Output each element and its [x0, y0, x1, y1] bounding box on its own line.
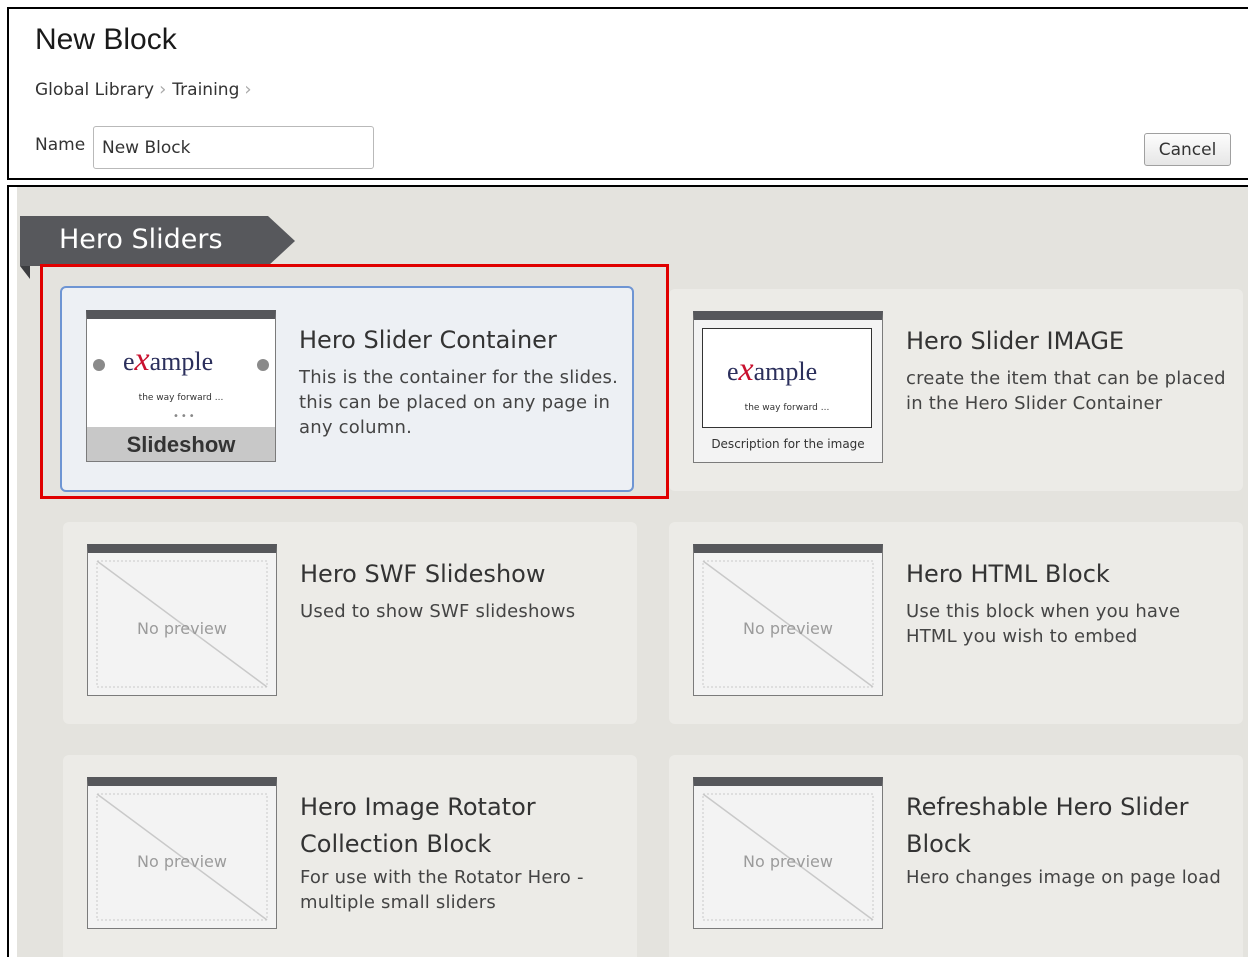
image-caption: Description for the image	[711, 437, 865, 451]
card-title: Hero SWF Slideshow	[300, 560, 546, 588]
section-tab-fold	[20, 266, 30, 279]
name-label: Name	[35, 135, 86, 155]
block-card-refreshable-hero-slider[interactable]: No preview Refreshable Hero Slider Block…	[669, 755, 1243, 957]
block-card-hero-slider-image[interactable]: example the way forward ... Description …	[669, 289, 1243, 491]
new-block-header: New Block Global Library › Training › Na…	[7, 7, 1248, 180]
breadcrumb-item-training[interactable]: Training	[172, 80, 239, 100]
example-logo: example	[727, 351, 818, 388]
block-card-hero-html-block[interactable]: No preview Hero HTML Block Use this bloc…	[669, 522, 1243, 724]
block-thumbnail: example the way forward ... Description …	[693, 311, 883, 463]
breadcrumb-item-global-library[interactable]: Global Library	[35, 80, 154, 100]
cancel-button[interactable]: Cancel	[1144, 133, 1231, 166]
slideshow-preview-image: example the way forward ... •••	[87, 319, 275, 427]
no-preview-label: No preview	[743, 619, 833, 638]
page-title: New Block	[35, 23, 177, 56]
card-description: For use with the Rotator Hero - multiple…	[300, 867, 584, 913]
block-thumbnail: No preview	[693, 777, 883, 929]
pagination-dots-icon: •••	[173, 411, 197, 422]
no-preview-label: No preview	[137, 852, 227, 871]
image-preview-frame: example the way forward ...	[702, 328, 872, 428]
card-title: Hero HTML Block	[906, 560, 1110, 588]
card-description: Use this block when you have HTML you wi…	[906, 601, 1181, 647]
card-title: Hero Image Rotator Collection Block	[300, 793, 536, 858]
arrow-left-icon	[93, 359, 105, 371]
block-card-hero-image-rotator[interactable]: No preview Hero Image Rotator Collection…	[63, 755, 637, 957]
chevron-right-icon: ›	[159, 79, 167, 100]
block-thumbnail: No preview	[87, 544, 277, 696]
slideshow-label: Slideshow	[87, 427, 275, 461]
block-card-hero-slider-container[interactable]: example the way forward ... ••• Slidesho…	[60, 286, 634, 492]
chevron-right-icon: ›	[244, 79, 252, 100]
card-title: Hero Slider IMAGE	[906, 327, 1125, 355]
logo-tagline: the way forward ...	[744, 403, 830, 413]
name-input[interactable]	[93, 126, 374, 169]
block-type-gallery[interactable]: Hero Sliders example the way forward ...…	[7, 185, 1248, 957]
card-description: Hero changes image on page load	[906, 867, 1221, 888]
example-logo: example	[123, 341, 214, 378]
block-thumbnail: No preview	[87, 777, 277, 929]
block-card-hero-swf-slideshow[interactable]: No preview Hero SWF Slideshow Used to sh…	[63, 522, 637, 724]
card-description: create the item that can be placed in th…	[906, 368, 1226, 414]
card-description: This is the container for the slides. th…	[299, 367, 618, 438]
card-description: Used to show SWF slideshows	[300, 601, 576, 622]
logo-tagline: the way forward ...	[138, 393, 224, 403]
no-preview-label: No preview	[743, 852, 833, 871]
card-title: Refreshable Hero Slider Block	[906, 793, 1189, 858]
no-preview-label: No preview	[137, 619, 227, 638]
breadcrumb: Global Library › Training ›	[35, 79, 258, 100]
section-header-hero-sliders: Hero Sliders	[20, 216, 295, 266]
card-title: Hero Slider Container	[299, 326, 557, 354]
block-thumbnail: No preview	[693, 544, 883, 696]
block-thumbnail: example the way forward ... ••• Slidesho…	[86, 310, 276, 462]
arrow-right-icon	[257, 359, 269, 371]
